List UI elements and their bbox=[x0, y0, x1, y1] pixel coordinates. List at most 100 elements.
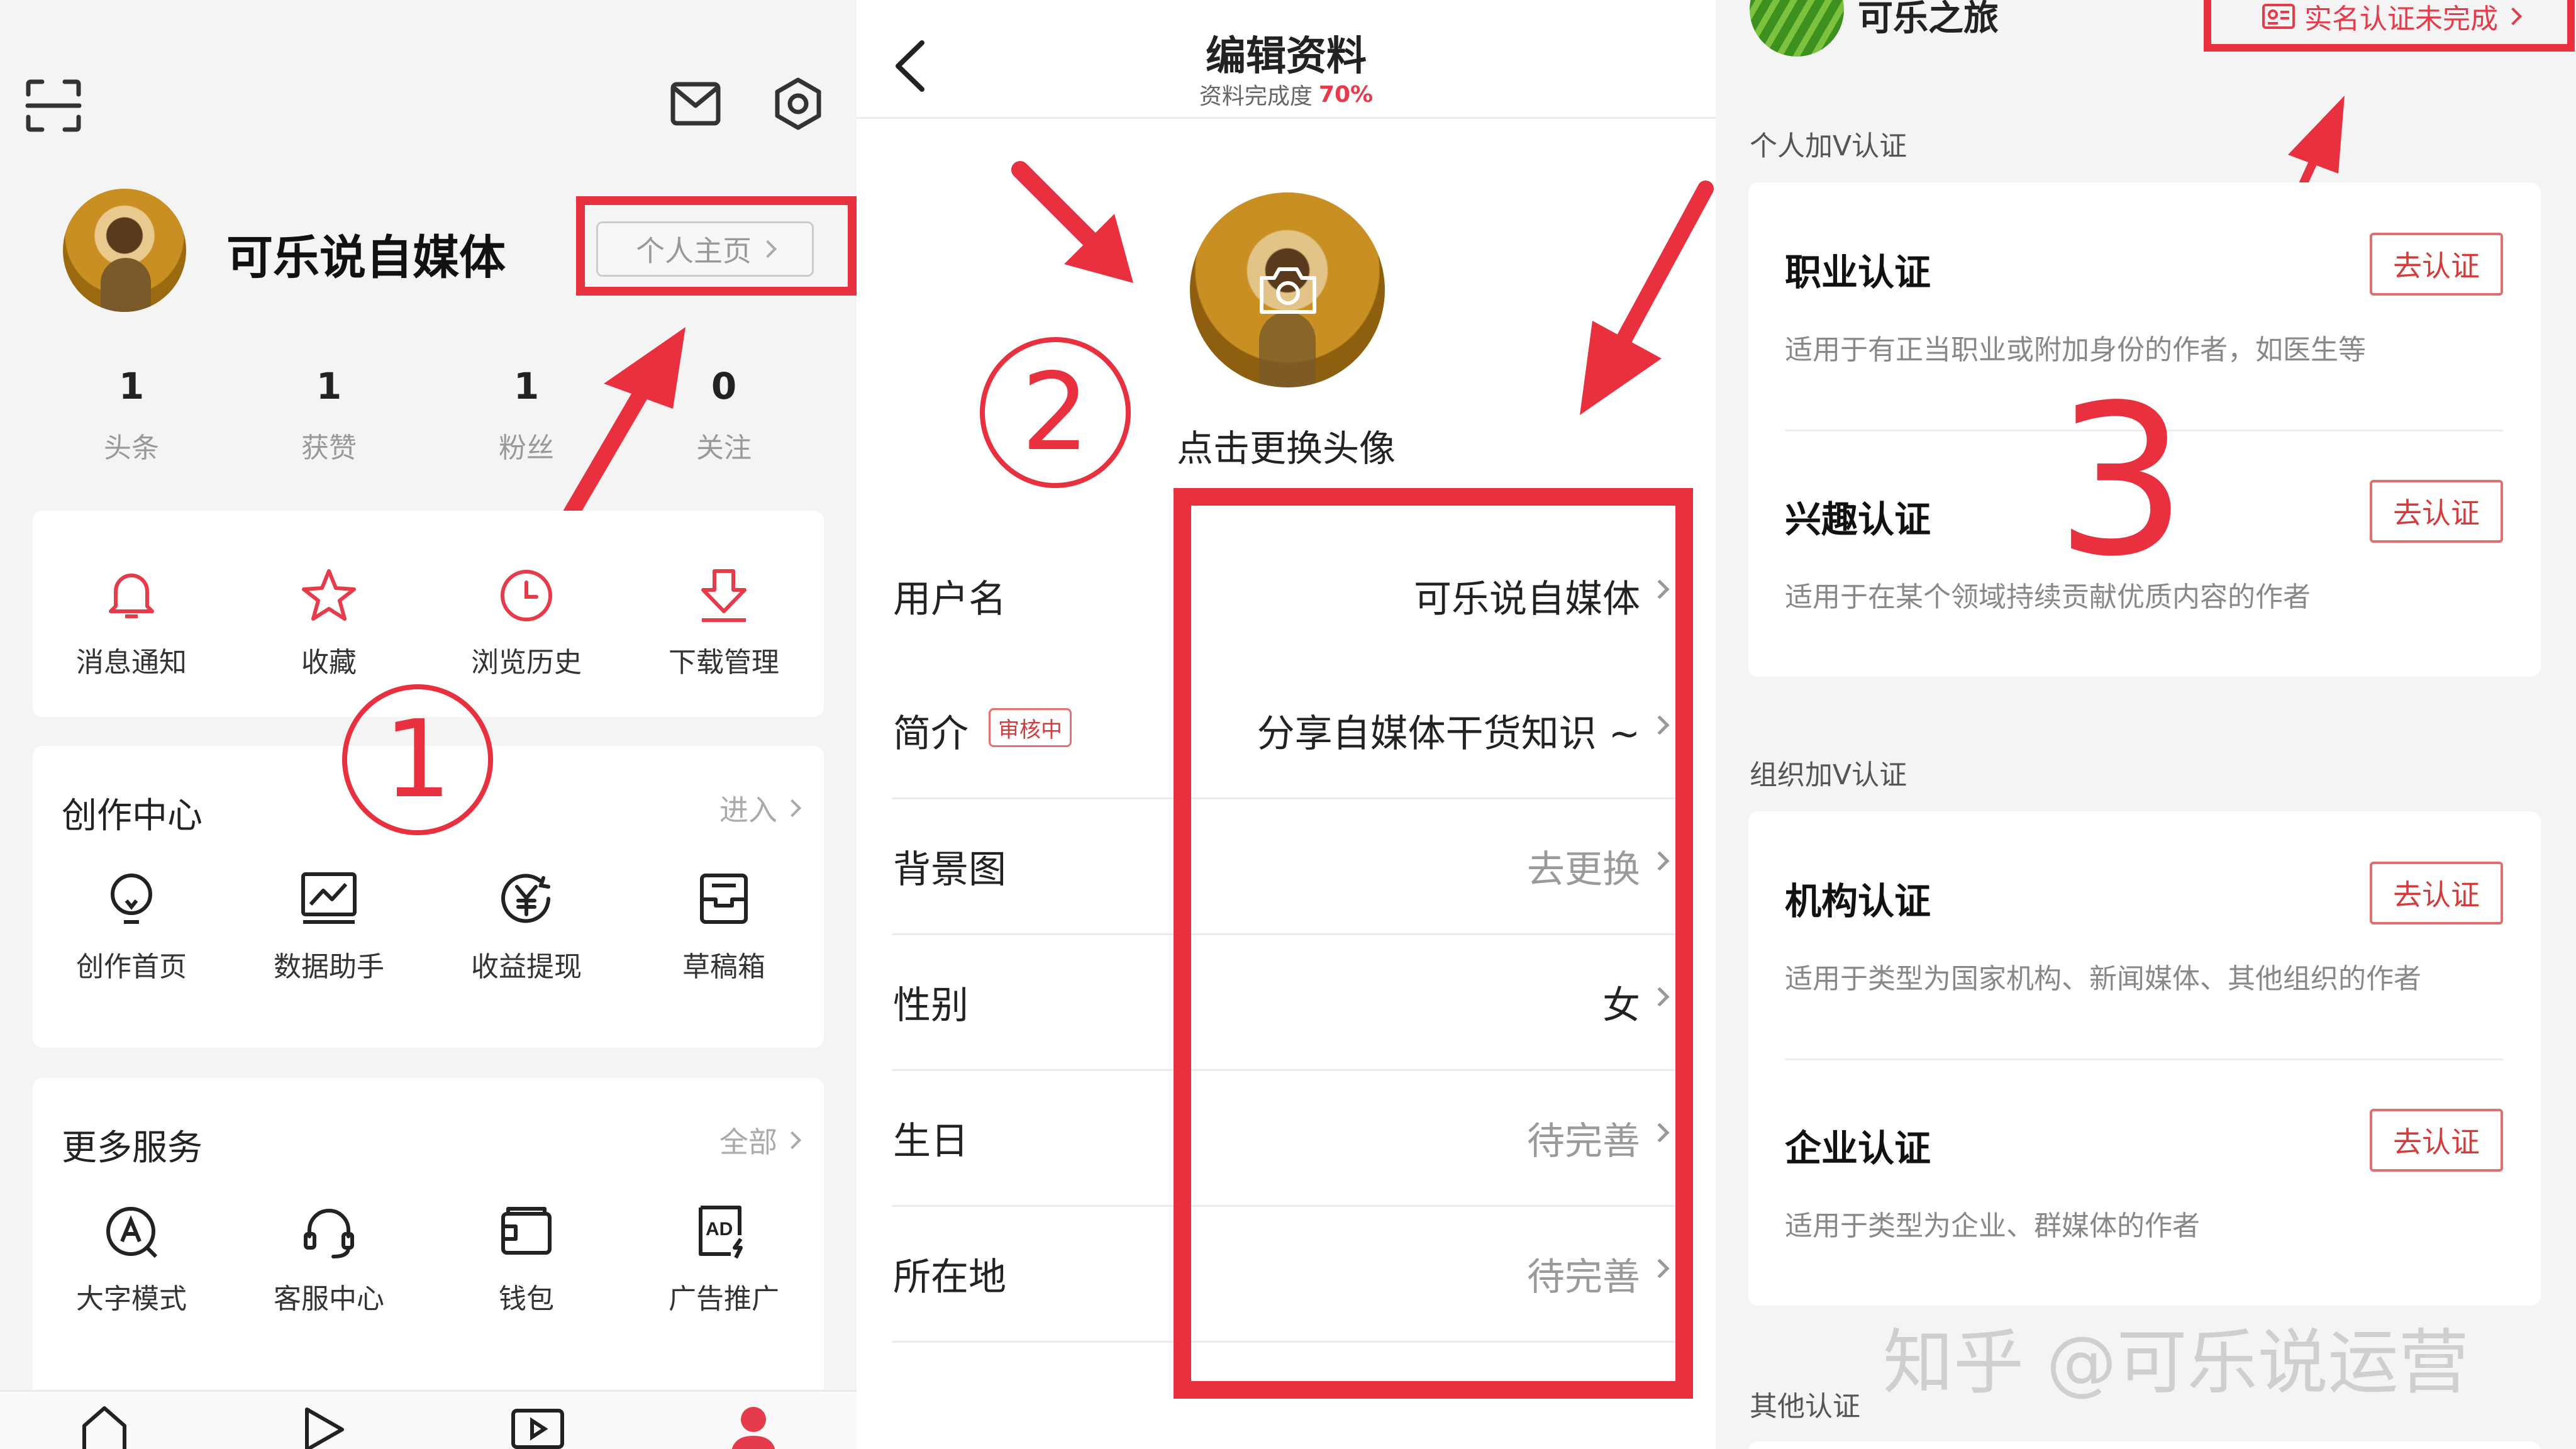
quick-label: 浏览历史 bbox=[471, 647, 582, 679]
quick-label: 消息通知 bbox=[76, 647, 187, 679]
verify-desc: 适用于类型为企业、群媒体的作者 bbox=[1785, 1210, 2200, 1242]
homepage-link[interactable]: 个人主页 bbox=[596, 221, 814, 277]
annotation-arrow-2a bbox=[1011, 161, 1133, 283]
verify-title: 兴趣认证 bbox=[1785, 498, 1931, 541]
verify-title: 企业认证 bbox=[1785, 1127, 1931, 1170]
chart-icon bbox=[301, 872, 357, 924]
yuan-icon bbox=[501, 874, 550, 923]
field-label: 用户名 bbox=[893, 577, 1006, 621]
creation-label: 数据助手 bbox=[274, 951, 384, 983]
creation-home[interactable]: 创作首页 bbox=[33, 840, 230, 1016]
quick-downloads[interactable]: 下载管理 bbox=[625, 523, 823, 699]
service-label: 钱包 bbox=[499, 1283, 554, 1315]
creation-drafts[interactable]: 草稿箱 bbox=[625, 840, 823, 1016]
edit-avatar[interactable] bbox=[1190, 192, 1385, 387]
service-large-font[interactable]: 大字模式 bbox=[33, 1172, 230, 1348]
review-badge: 审核中 bbox=[989, 708, 1072, 747]
other-verification-card bbox=[1748, 1441, 2541, 1449]
settings-icon[interactable] bbox=[771, 77, 825, 133]
bell-icon bbox=[109, 574, 154, 618]
verify-status-text: 实名认证未完成 bbox=[2304, 3, 2498, 35]
more-services-card: 更多服务 全部 大字模式 客服中心 钱包 AD 广告推广 bbox=[33, 1078, 824, 1405]
fields-highlight bbox=[1174, 488, 1693, 1399]
step-number: 2 bbox=[1021, 350, 1090, 475]
section-title: 创作中心 bbox=[62, 796, 203, 836]
service-customer[interactable]: 客服中心 bbox=[230, 1172, 428, 1348]
avatar[interactable] bbox=[63, 189, 186, 312]
annotation-arrow-1 bbox=[558, 327, 686, 530]
creation-label: 创作首页 bbox=[76, 951, 187, 983]
header-divider bbox=[857, 117, 1716, 119]
annotation-step-1: 1 bbox=[342, 684, 493, 835]
bottom-nav bbox=[0, 1390, 857, 1449]
home-icon[interactable] bbox=[79, 1403, 130, 1449]
stat-likes[interactable]: 1 获赞 bbox=[230, 365, 428, 472]
video-icon[interactable] bbox=[302, 1406, 346, 1449]
section-org: 组织加V认证 bbox=[1750, 759, 1907, 791]
profile-icon[interactable] bbox=[727, 1404, 780, 1449]
profile-name: 可乐说自媒体 bbox=[226, 231, 506, 285]
creation-label: 草稿箱 bbox=[682, 951, 765, 983]
page-title: 编辑资料 bbox=[1206, 33, 1367, 80]
stats-row: 1 头条 1 获赞 1 粉丝 0 关注 bbox=[33, 365, 826, 472]
homepage-label: 个人主页 bbox=[636, 234, 752, 268]
camera-icon bbox=[1260, 267, 1316, 314]
section-personal: 个人加V认证 bbox=[1750, 130, 1907, 162]
verify-button[interactable]: 去认证 bbox=[2370, 862, 2503, 924]
headset-icon bbox=[304, 1209, 354, 1258]
field-label: 背景图 bbox=[893, 848, 1006, 892]
chevron-right-icon bbox=[758, 240, 777, 258]
quick-notification[interactable]: 消息通知 bbox=[33, 523, 230, 699]
service-label: 广告推广 bbox=[669, 1283, 779, 1315]
services-all-link[interactable]: 全部 bbox=[719, 1119, 802, 1161]
stat-label: 头条 bbox=[104, 432, 159, 464]
field-label: 简介 bbox=[893, 712, 969, 756]
watermark: 知乎 @可乐说运营 bbox=[1883, 1322, 2469, 1404]
verify-button[interactable]: 去认证 bbox=[2370, 1109, 2503, 1172]
download-icon bbox=[701, 569, 747, 622]
chevron-right-icon bbox=[2504, 7, 2523, 26]
stat-label: 获赞 bbox=[301, 432, 357, 464]
completion-label: 资料完成度 bbox=[1199, 84, 1313, 109]
verify-item-institution: 机构认证 去认证 适用于类型为国家机构、新闻媒体、其他组织的作者 bbox=[1748, 811, 2541, 1058]
verify-desc: 适用于类型为国家机构、新闻媒体、其他组织的作者 bbox=[1785, 963, 2421, 995]
service-wallet[interactable]: 钱包 bbox=[428, 1172, 625, 1348]
drafts-icon bbox=[700, 874, 748, 924]
service-label: 大字模式 bbox=[76, 1283, 187, 1315]
step-number: 1 bbox=[383, 697, 452, 822]
section-title: 更多服务 bbox=[62, 1128, 203, 1169]
quick-history[interactable]: 浏览历史 bbox=[428, 523, 625, 699]
service-ads[interactable]: AD 广告推广 bbox=[625, 1172, 823, 1348]
service-label: 客服中心 bbox=[274, 1283, 384, 1315]
creation-data[interactable]: 数据助手 bbox=[230, 840, 428, 1016]
clock-icon bbox=[501, 570, 552, 621]
ad-icon: AD bbox=[699, 1206, 743, 1259]
chevron-right-icon bbox=[783, 799, 802, 818]
quick-label: 收藏 bbox=[301, 647, 357, 679]
lightbulb-icon bbox=[111, 874, 152, 924]
id-card-icon bbox=[2262, 4, 2295, 29]
wallet-icon bbox=[501, 1207, 552, 1255]
header-avatar bbox=[1750, 0, 1844, 57]
font-size-icon bbox=[106, 1207, 158, 1258]
stat-value: 1 bbox=[316, 365, 342, 408]
verify-title: 机构认证 bbox=[1785, 880, 1931, 923]
verify-button[interactable]: 去认证 bbox=[2370, 480, 2503, 543]
field-label: 性别 bbox=[893, 984, 969, 1028]
quick-favorites[interactable]: 收藏 bbox=[230, 523, 428, 699]
mail-icon[interactable] bbox=[670, 82, 721, 128]
stat-toutiao[interactable]: 1 头条 bbox=[33, 365, 230, 472]
completion-row: 资料完成度 70% bbox=[857, 78, 1716, 111]
creation-enter-link[interactable]: 进入 bbox=[719, 787, 802, 829]
scan-icon[interactable] bbox=[25, 79, 82, 135]
field-label: 所在地 bbox=[893, 1255, 1006, 1299]
player-icon[interactable] bbox=[511, 1408, 565, 1449]
verify-item-enterprise: 企业认证 去认证 适用于类型为企业、群媒体的作者 bbox=[1748, 1058, 2541, 1306]
section-other: 其他认证 bbox=[1750, 1391, 1860, 1423]
verify-status-link[interactable]: 实名认证未完成 bbox=[2262, 0, 2523, 36]
svg-text:AD: AD bbox=[706, 1219, 733, 1240]
verify-title: 职业认证 bbox=[1785, 251, 1931, 294]
right-panel: 可乐之旅 实名认证未完成 个人加V认证 职业认证 去认证 适用于有正当职业或附加… bbox=[1716, 0, 2576, 1449]
creation-earnings[interactable]: 收益提现 bbox=[428, 840, 625, 1016]
verify-button[interactable]: 去认证 bbox=[2370, 233, 2503, 296]
